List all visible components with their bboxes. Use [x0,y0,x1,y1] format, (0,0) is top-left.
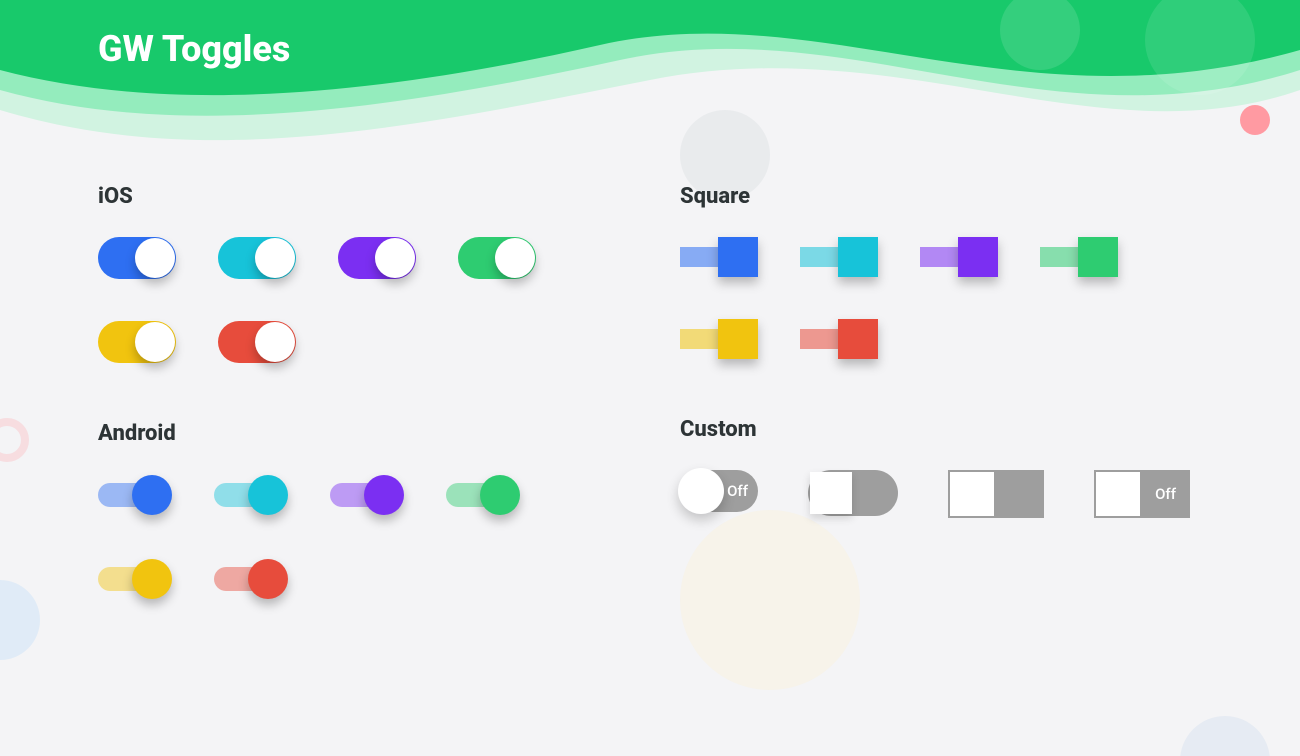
section-title-square: Square [680,184,1202,209]
toggle-knob [1078,237,1118,277]
toggle-knob [375,238,415,278]
toggle-custom-2[interactable] [948,470,1044,518]
toggle-knob [718,237,758,277]
toggle-knob [838,237,878,277]
section-title-custom: Custom [680,417,1202,442]
toggle-label: Off [727,482,748,500]
section-title-ios: iOS [98,184,620,209]
toggle-knob [838,319,878,359]
toggle-knob [950,472,994,516]
section-ios: iOS [98,184,620,363]
toggle-knob [810,472,852,514]
toggle-knob [1096,472,1140,516]
toggle-knob [132,475,172,515]
toggle-knob [495,238,535,278]
toggle-ios-blue[interactable] [98,237,176,279]
toggle-label: Off [1155,485,1176,503]
toggle-ios-green[interactable] [458,237,536,279]
section-android: Android [98,421,620,600]
toggle-ios-cyan[interactable] [218,237,296,279]
section-title-android: Android [98,421,620,446]
toggle-android-purple[interactable] [330,474,404,516]
toggle-knob [135,322,175,362]
toggle-ios-red[interactable] [218,321,296,363]
toggle-square-purple[interactable] [920,237,998,277]
toggle-android-green[interactable] [446,474,520,516]
toggle-square-cyan[interactable] [800,237,878,277]
toggle-knob [248,559,288,599]
toggle-knob [678,468,724,514]
toggle-knob [480,475,520,515]
toggle-ios-purple[interactable] [338,237,416,279]
toggle-custom-0[interactable]: Off [680,470,758,512]
toggle-custom-1[interactable] [808,470,898,516]
toggle-square-yellow[interactable] [680,319,758,359]
section-custom: Custom Off Off [680,417,1202,518]
toggle-knob [255,238,295,278]
toggle-knob [958,237,998,277]
section-square: Square [680,184,1202,359]
toggle-custom-3[interactable]: Off [1094,470,1190,518]
toggle-knob [135,238,175,278]
decoration-circle [1180,716,1270,756]
toggle-android-yellow[interactable] [98,558,172,600]
toggle-knob [718,319,758,359]
toggle-android-red[interactable] [214,558,288,600]
toggle-ios-yellow[interactable] [98,321,176,363]
toggle-knob [132,559,172,599]
toggle-square-red[interactable] [800,319,878,359]
toggle-knob [255,322,295,362]
toggle-knob [248,475,288,515]
toggle-android-blue[interactable] [98,474,172,516]
toggle-square-green[interactable] [1040,237,1118,277]
toggle-square-blue[interactable] [680,237,758,277]
toggle-android-cyan[interactable] [214,474,288,516]
toggle-knob [364,475,404,515]
